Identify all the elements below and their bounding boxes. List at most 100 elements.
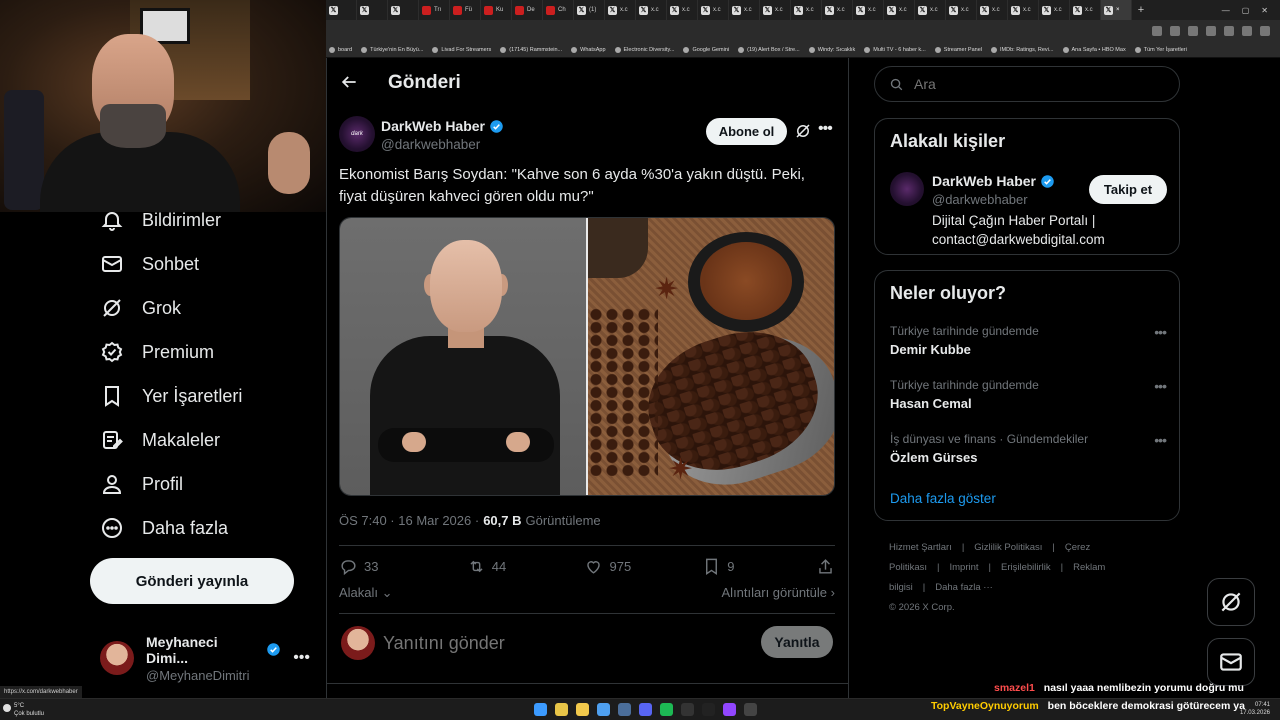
browser-tab[interactable]: 𝕏x.c <box>915 0 946 20</box>
post-timestamp[interactable]: ÖS 7:40 · 16 Mar 2026 · <box>339 513 479 528</box>
browser-tab[interactable]: 𝕏x.c <box>884 0 915 20</box>
bookmark-item[interactable]: Livad For Streamers <box>432 46 491 53</box>
browser-tab[interactable]: 𝕏 (1) <box>574 0 605 20</box>
trend-more-icon[interactable]: ••• <box>1154 432 1167 448</box>
account-switcher[interactable]: Meyhaneci Dimi... @MeyhaneDimitri ••• <box>100 634 310 683</box>
reply-input[interactable] <box>383 632 743 654</box>
subscribe-button[interactable]: Abone ol <box>706 118 787 145</box>
browser-tab[interactable]: 𝕏x.c <box>1008 0 1039 20</box>
star-icon[interactable] <box>1206 26 1216 36</box>
browser-tab[interactable]: 𝕏x.c <box>946 0 977 20</box>
sidebar-item-bookmarks[interactable]: Yer İşaretleri <box>100 384 242 408</box>
avatar[interactable] <box>890 172 924 206</box>
share-icon[interactable] <box>1188 26 1198 36</box>
sidebar-item-notifications[interactable]: Bildirimler <box>100 208 221 232</box>
spotify-icon[interactable] <box>660 703 673 716</box>
bookmark-item[interactable]: IMDb: Ratings, Revi... <box>991 46 1054 53</box>
folder-icon[interactable] <box>576 703 589 716</box>
footer-link[interactable]: Hizmet Şartları <box>889 542 952 553</box>
bookmark-item[interactable]: Electronic Diversity... <box>614 46 674 53</box>
author-handle[interactable]: @darkwebhaber <box>381 137 480 152</box>
reply-button[interactable]: Yanıtla <box>761 626 833 658</box>
browser-tab[interactable]: 𝕏 <box>388 0 419 20</box>
menu-icon[interactable] <box>1260 26 1270 36</box>
browser-tab[interactable]: 𝕏x.c <box>636 0 667 20</box>
streaming-app-icon[interactable] <box>723 703 736 716</box>
browser-tab-active[interactable]: 𝕏 × <box>1101 0 1132 20</box>
trend-more-icon[interactable]: ••• <box>1154 324 1167 340</box>
related-person-handle[interactable]: @darkwebhaber <box>932 192 1028 207</box>
browser-tab[interactable]: 𝕏x.c <box>853 0 884 20</box>
post-button[interactable]: Gönderi yayınla <box>90 558 294 604</box>
bookmark-item[interactable]: WhatsApp <box>571 46 606 53</box>
related-dropdown[interactable]: Alakalı ⌄ <box>339 585 393 601</box>
sidebar-item-premium[interactable]: Premium <box>100 340 214 364</box>
messages-fab[interactable] <box>1207 638 1255 686</box>
start-icon[interactable] <box>534 703 547 716</box>
author-avatar[interactable]: dark <box>339 116 375 152</box>
browser-tab[interactable]: 𝕏x.c <box>1070 0 1101 20</box>
account-more-icon[interactable]: ••• <box>293 649 310 667</box>
weather-widget[interactable]: 5°C Çok bulutlu <box>14 702 44 718</box>
post-media[interactable]: ✷ ✷ <box>339 217 835 496</box>
back-arrow-icon[interactable] <box>339 72 359 92</box>
trend-item[interactable]: Türkiye tarihinde gündemde Demir Kubbe •… <box>890 324 1167 357</box>
app-icon[interactable] <box>597 703 610 716</box>
trend-item[interactable]: Türkiye tarihinde gündemde Hasan Cemal •… <box>890 378 1167 411</box>
bookmark-item[interactable]: Türkiye'nin En Büyü... <box>361 46 423 53</box>
chrome-icon[interactable] <box>555 703 568 716</box>
bookmark-item[interactable]: (19) Alert Box / Stre... <box>738 46 800 53</box>
all-bookmarks-folder[interactable]: Tüm Yer İşaretleri <box>1134 46 1187 53</box>
related-person-name[interactable]: DarkWeb Haber <box>932 173 1055 189</box>
repost-action[interactable]: 44 <box>467 557 585 576</box>
footer-link[interactable]: Gizlilik Politikası <box>974 542 1042 553</box>
bookmark-item[interactable]: Streamer Panel <box>934 46 982 53</box>
browser-tab[interactable]: Fü <box>450 0 481 20</box>
browser-tab[interactable]: De <box>512 0 543 20</box>
browser-tab[interactable]: 𝕏x.c <box>1039 0 1070 20</box>
sidebar-item-profile[interactable]: Profil <box>100 472 183 496</box>
cast-icon[interactable] <box>1152 26 1162 36</box>
bookmark-item[interactable]: board <box>329 46 352 53</box>
author-name[interactable]: DarkWeb Haber <box>381 118 504 134</box>
browser-tab[interactable]: Ku <box>481 0 512 20</box>
zoom-icon[interactable] <box>1170 26 1180 36</box>
profile-icon[interactable] <box>1242 26 1252 36</box>
browser-tab[interactable]: 𝕏x.c <box>760 0 791 20</box>
grok-fab[interactable] <box>1207 578 1255 626</box>
browser-tab[interactable]: 𝕏x.c <box>822 0 853 20</box>
browser-tab[interactable]: Trı <box>419 0 450 20</box>
share-action[interactable] <box>816 557 835 576</box>
trend-item[interactable]: İş dünyası ve finans · Gündemdekiler Özl… <box>890 432 1167 465</box>
browser-tab[interactable]: 𝕏x.c <box>605 0 636 20</box>
extensions-icon[interactable] <box>1224 26 1234 36</box>
bookmark-item[interactable]: Google Gemini <box>683 46 729 53</box>
post-more-icon[interactable]: ••• <box>818 120 833 138</box>
steam-icon[interactable] <box>618 703 631 716</box>
footer-link[interactable]: Imprint <box>949 562 978 573</box>
bookmark-item[interactable]: Windy: Sıcaklık <box>808 46 855 53</box>
reply-action[interactable]: 33 <box>339 557 467 576</box>
bookmark-item[interactable]: (17145) Rammstein... <box>500 46 562 53</box>
browser-tab[interactable]: 𝕏x.c <box>791 0 822 20</box>
sidebar-item-articles[interactable]: Makaleler <box>100 428 220 452</box>
like-action[interactable]: 975 <box>584 557 702 576</box>
app-icon[interactable] <box>702 703 715 716</box>
footer-link[interactable]: Erişilebilirlik <box>1001 562 1051 573</box>
browser-tab[interactable]: 𝕏x.c <box>977 0 1008 20</box>
sidebar-item-chat[interactable]: Sohbet <box>100 252 199 276</box>
settings-icon[interactable] <box>744 703 757 716</box>
new-tab-button[interactable]: + <box>1132 4 1150 16</box>
follow-button[interactable]: Takip et <box>1089 175 1167 204</box>
bookmark-item[interactable]: Ana Sayfa • HBO Max <box>1062 46 1126 53</box>
bookmark-item[interactable]: Multi TV - 6 haber k... <box>864 46 926 53</box>
browser-tab[interactable]: 𝕏x.c <box>729 0 760 20</box>
epic-icon[interactable] <box>681 703 694 716</box>
search-bar[interactable] <box>874 66 1180 102</box>
browser-tab[interactable]: Ch <box>543 0 574 20</box>
bookmark-action[interactable]: 9 <box>702 557 816 576</box>
grok-icon[interactable] <box>794 122 812 140</box>
browser-tab[interactable]: 𝕏 <box>326 0 357 20</box>
search-input[interactable] <box>914 76 1154 92</box>
show-more-link[interactable]: Daha fazla göster <box>890 491 996 506</box>
